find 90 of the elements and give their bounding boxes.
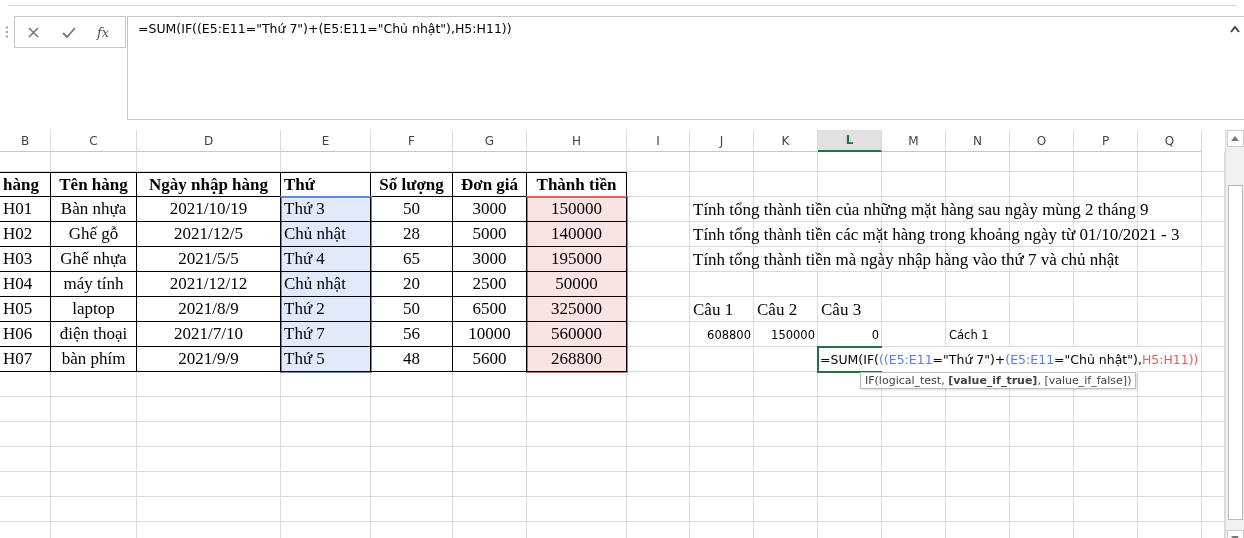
table-cell: 140000 bbox=[527, 222, 627, 247]
table-cell: H05 bbox=[0, 297, 51, 322]
table-cell: Thứ 4 bbox=[281, 247, 371, 272]
table-cell: 50000 bbox=[527, 272, 627, 297]
column-header[interactable]: B bbox=[0, 130, 51, 152]
table-cell: 2021/12/12 bbox=[137, 272, 281, 297]
note-text: Tính tổng thành tiền của những mặt hàng sau ngày mùng 2 tháng 9 bbox=[693, 199, 1149, 220]
table-cell: 56 bbox=[371, 322, 453, 347]
table-cell: Thứ 2 bbox=[281, 297, 371, 322]
table-cell: 2021/5/5 bbox=[137, 247, 281, 272]
table-cell: 195000 bbox=[527, 247, 627, 272]
scroll-up-icon[interactable] bbox=[1231, 136, 1239, 141]
column-header[interactable]: L bbox=[818, 130, 882, 152]
question-label: Câu 1 bbox=[692, 298, 735, 321]
column-header[interactable]: P bbox=[1074, 130, 1138, 152]
table-cell: laptop bbox=[51, 297, 137, 322]
table-cell: 560000 bbox=[527, 322, 627, 347]
table-cell: H04 bbox=[0, 272, 51, 297]
table-cell: 20 bbox=[371, 272, 453, 297]
column-header[interactable]: M bbox=[882, 130, 946, 152]
table-cell: 10000 bbox=[453, 322, 527, 347]
table-header-cell: Số lượng bbox=[371, 172, 453, 197]
table-cell: 5600 bbox=[453, 347, 527, 372]
table-cell: 50 bbox=[371, 197, 453, 222]
table-cell: 2021/12/5 bbox=[137, 222, 281, 247]
table-cell: Chủ nhật bbox=[281, 222, 371, 247]
table-cell: 2500 bbox=[453, 272, 527, 297]
chevron-up-icon[interactable] bbox=[1230, 25, 1240, 33]
table-cell: Thứ 7 bbox=[281, 322, 371, 347]
table-cell: Thứ 5 bbox=[281, 347, 371, 372]
table-cell: 65 bbox=[371, 247, 453, 272]
table-cell: điện thoại bbox=[51, 322, 137, 347]
note-text: Tính tổng thành tiền các mặt hàng trong khoảng ngày từ 01/10/2021 - 3 bbox=[693, 224, 1180, 245]
table-cell: H01 bbox=[0, 197, 51, 222]
table-cell: 325000 bbox=[527, 297, 627, 322]
table-cell: 2021/10/19 bbox=[137, 197, 281, 222]
table-cell: bàn phím bbox=[51, 347, 137, 372]
column-header[interactable]: O bbox=[1010, 130, 1074, 152]
column-header[interactable]: I bbox=[627, 130, 690, 152]
table-cell: 268800 bbox=[527, 347, 627, 372]
column-header[interactable]: C bbox=[51, 130, 137, 152]
table-cell: H07 bbox=[0, 347, 51, 372]
question-label: Câu 2 bbox=[756, 298, 799, 321]
table-cell: 2021/9/9 bbox=[137, 347, 281, 372]
column-header[interactable]: N bbox=[946, 130, 1010, 152]
table-cell: 150000 bbox=[527, 197, 627, 222]
table-header-cell: Tên hàng bbox=[51, 172, 137, 197]
table-header-cell: Ngày nhập hàng bbox=[137, 172, 281, 197]
table-header-cell: Đơn giá bbox=[453, 172, 527, 197]
answer-value: 150000 bbox=[770, 326, 816, 344]
question-label: Câu 3 bbox=[820, 298, 863, 321]
table-cell: 2021/8/9 bbox=[137, 297, 281, 322]
table-cell: 3000 bbox=[453, 197, 527, 222]
table-cell: Ghế nhựa bbox=[51, 247, 137, 272]
checkmark-icon[interactable] bbox=[62, 26, 76, 38]
column-header[interactable]: Q bbox=[1138, 130, 1202, 152]
function-tooltip: IF(logical_test, [value_if_true], [value_if_false]) bbox=[860, 372, 1137, 389]
drag-handle-icon[interactable] bbox=[4, 26, 10, 38]
note-text: Tính tổng thành tiền mà ngày nhập hàng vào thứ 7 và chủ nhật bbox=[693, 249, 1120, 270]
table-cell: 28 bbox=[371, 222, 453, 247]
insert-function-button[interactable]: fx bbox=[87, 24, 120, 40]
table-cell: 50 bbox=[371, 297, 453, 322]
formula-field[interactable]: =SUM(IF((E5:E11="Thứ 7")+(E5:E11="Chủ nhật"),H5:H11)) bbox=[127, 16, 1244, 120]
table-cell: 5000 bbox=[453, 222, 527, 247]
table-cell: H02 bbox=[0, 222, 51, 247]
column-header[interactable]: H bbox=[527, 130, 627, 152]
table-cell: 3000 bbox=[453, 247, 527, 272]
table-cell: Bàn nhựa bbox=[51, 197, 137, 222]
table-cell: H03 bbox=[0, 247, 51, 272]
cell-formula[interactable]: =SUM(IF(((E5:E11="Thứ 7")+(E5:E11="Chủ nhật"),H5:H11)) bbox=[820, 352, 1199, 367]
answer-value: 608800 bbox=[706, 326, 752, 344]
table-cell: 6500 bbox=[453, 297, 527, 322]
column-header[interactable]: J bbox=[690, 130, 754, 152]
answer-value: 0 bbox=[870, 326, 880, 344]
column-header[interactable]: G bbox=[453, 130, 527, 152]
column-header[interactable]: K bbox=[754, 130, 818, 152]
table-cell: 48 bbox=[371, 347, 453, 372]
column-header[interactable]: D bbox=[137, 130, 281, 152]
table-cell: Ghế gỗ bbox=[51, 222, 137, 247]
table-cell: H06 bbox=[0, 322, 51, 347]
column-header[interactable]: E bbox=[281, 130, 371, 152]
vertical-scrollbar[interactable] bbox=[1225, 130, 1244, 538]
table-cell: máy tính bbox=[51, 272, 137, 297]
table-cell: Chủ nhật bbox=[281, 272, 371, 297]
table-cell: Thứ 3 bbox=[281, 197, 371, 222]
cancel-icon[interactable] bbox=[27, 26, 39, 38]
table-header-cell: hàng bbox=[0, 172, 51, 197]
method-label: Cách 1 bbox=[948, 326, 990, 344]
column-header[interactable]: F bbox=[371, 130, 453, 152]
table-cell: 2021/7/10 bbox=[137, 322, 281, 347]
